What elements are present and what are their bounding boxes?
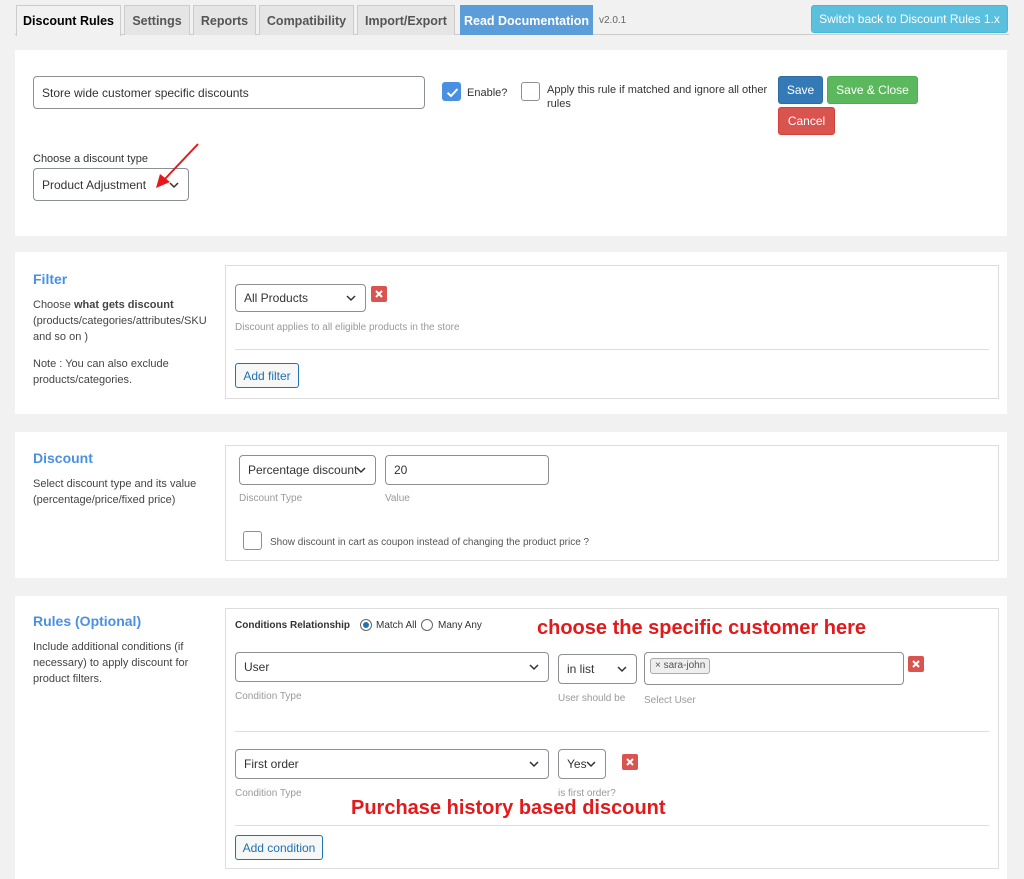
- user-should-be-caption: User should be: [558, 693, 626, 704]
- condition-2-type-caption: Condition Type: [235, 788, 302, 799]
- match-all-radio[interactable]: [360, 619, 372, 631]
- filter-note: Note : You can also exclude products/cat…: [33, 356, 223, 388]
- add-filter-button[interactable]: Add filter: [235, 363, 299, 388]
- tab-compatibility[interactable]: Compatibility: [259, 5, 354, 35]
- filter-divider: [235, 349, 989, 350]
- remove-condition-1-button[interactable]: [908, 656, 924, 672]
- apply-exclusive-checkbox[interactable]: [521, 82, 540, 101]
- filter-type-value: All Products: [244, 291, 309, 305]
- chevron-down-icon: [356, 467, 366, 474]
- chevron-down-icon: [529, 664, 539, 671]
- version-label: v2.0.1: [599, 15, 627, 26]
- condition-type-value: User: [244, 660, 270, 674]
- chevron-down-icon: [346, 295, 356, 302]
- filter-title: Filter: [33, 271, 68, 287]
- close-icon: [375, 290, 383, 298]
- select-user-caption: Select User: [644, 695, 696, 706]
- condition-operator-value: in list: [567, 662, 595, 676]
- filter-desc-bold: what gets discount: [73, 299, 174, 311]
- discount-title: Discount: [33, 450, 93, 466]
- filter-desc-line3: and so on ): [33, 331, 89, 343]
- coupon-label: Show discount in cart as coupon instead …: [270, 537, 590, 548]
- annotation-arrow-icon: [156, 143, 199, 188]
- chevron-down-icon: [586, 761, 596, 768]
- coupon-checkbox[interactable]: [243, 531, 262, 550]
- user-select[interactable]: × sara-john: [644, 652, 904, 685]
- tab-discount-rules[interactable]: Discount Rules: [16, 5, 121, 36]
- rules-desc-line1: Include additional conditions (if: [33, 641, 184, 653]
- enable-checkbox[interactable]: [442, 82, 461, 101]
- filter-hint: Discount applies to all eligible product…: [235, 322, 460, 333]
- conditions-relationship-label: Conditions Relationship: [235, 620, 350, 631]
- rules-desc-line2: necessary) to apply discount for: [33, 657, 189, 669]
- discount-type-caption: Discount Type: [239, 493, 303, 504]
- checkmark-icon: [446, 88, 459, 98]
- discount-type-label: Choose a discount type: [33, 153, 148, 165]
- filter-box: All Products Discount applies to all eli…: [225, 265, 999, 399]
- discount-desc-line1: Select discount type and its value: [33, 478, 197, 490]
- enable-label: Enable?: [467, 87, 508, 99]
- discount-panel: Discount Select discount type and its va…: [15, 432, 1007, 578]
- first-order-value: Yes: [567, 757, 587, 771]
- filter-type-select[interactable]: All Products: [235, 284, 366, 312]
- switch-version-button[interactable]: Switch back to Discount Rules 1.x: [811, 5, 1008, 33]
- discount-desc-line2: (percentage/price/fixed price): [33, 494, 176, 506]
- rules-box: Conditions Relationship Match All Many A…: [225, 608, 999, 869]
- apply-exclusive-label-line1: Apply this rule if matched and ignore al…: [547, 84, 768, 96]
- discount-type-value: Product Adjustment: [42, 177, 147, 192]
- filter-panel: Filter Choose what gets discount (produc…: [15, 252, 1007, 414]
- first-order-select[interactable]: Yes: [558, 749, 606, 779]
- close-icon: [912, 660, 920, 668]
- rules-description: Include additional conditions (if necess…: [33, 639, 223, 687]
- annotation-choose-customer: choose the specific customer here: [537, 617, 867, 639]
- filter-desc-prefix: Choose: [33, 299, 74, 311]
- close-icon: [626, 758, 634, 766]
- many-any-radio[interactable]: [421, 619, 433, 631]
- condition-type-caption: Condition Type: [235, 691, 302, 702]
- user-tag-sara-john[interactable]: × sara-john: [650, 658, 711, 674]
- add-condition-divider: [235, 825, 989, 826]
- condition-2-type-select[interactable]: First order: [235, 749, 549, 779]
- tab-import-export[interactable]: Import/Export: [357, 5, 455, 35]
- rules-desc-line3: product filters.: [33, 673, 103, 685]
- save-button[interactable]: Save: [778, 76, 823, 104]
- filter-note-line1: Note : You can also exclude: [33, 358, 169, 370]
- discount-value-input[interactable]: [385, 455, 549, 485]
- apply-exclusive-label-line2: rules: [547, 98, 571, 110]
- condition-divider: [235, 731, 989, 732]
- add-condition-button[interactable]: Add condition: [235, 835, 323, 860]
- discount-type-value-select[interactable]: Percentage discount: [239, 455, 376, 485]
- rule-name-input[interactable]: [33, 76, 425, 109]
- chevron-down-icon: [617, 666, 627, 673]
- condition-operator-select[interactable]: in list: [558, 654, 637, 684]
- discount-box: Percentage discount Discount Type Value …: [225, 445, 999, 561]
- filter-description: Choose what gets discount (products/cate…: [33, 297, 223, 345]
- tab-settings[interactable]: Settings: [124, 5, 190, 35]
- save-close-button[interactable]: Save & Close: [827, 76, 918, 104]
- apply-exclusive-label: Apply this rule if matched and ignore al…: [547, 83, 767, 111]
- chevron-down-icon: [529, 761, 539, 768]
- annotation-purchase-history: Purchase history based discount: [351, 797, 666, 819]
- filter-desc-line2: (products/categories/attributes/SKU: [33, 315, 207, 327]
- match-all-label: Match All: [376, 620, 417, 631]
- rules-title: Rules (Optional): [33, 613, 142, 629]
- cancel-button[interactable]: Cancel: [778, 107, 835, 135]
- tab-reports[interactable]: Reports: [193, 5, 256, 35]
- discount-description: Select discount type and its value (perc…: [33, 476, 223, 508]
- remove-filter-button[interactable]: [371, 286, 387, 302]
- discount-type-select-value: Percentage discount: [248, 463, 358, 477]
- filter-note-line2: products/categories.: [33, 374, 133, 386]
- condition-type-select[interactable]: User: [235, 652, 549, 682]
- condition-2-type-value: First order: [244, 757, 299, 771]
- remove-condition-2-button[interactable]: [622, 754, 638, 770]
- discount-value-caption: Value: [385, 493, 410, 504]
- tab-read-documentation[interactable]: Read Documentation: [460, 5, 593, 35]
- many-any-label: Many Any: [438, 620, 482, 631]
